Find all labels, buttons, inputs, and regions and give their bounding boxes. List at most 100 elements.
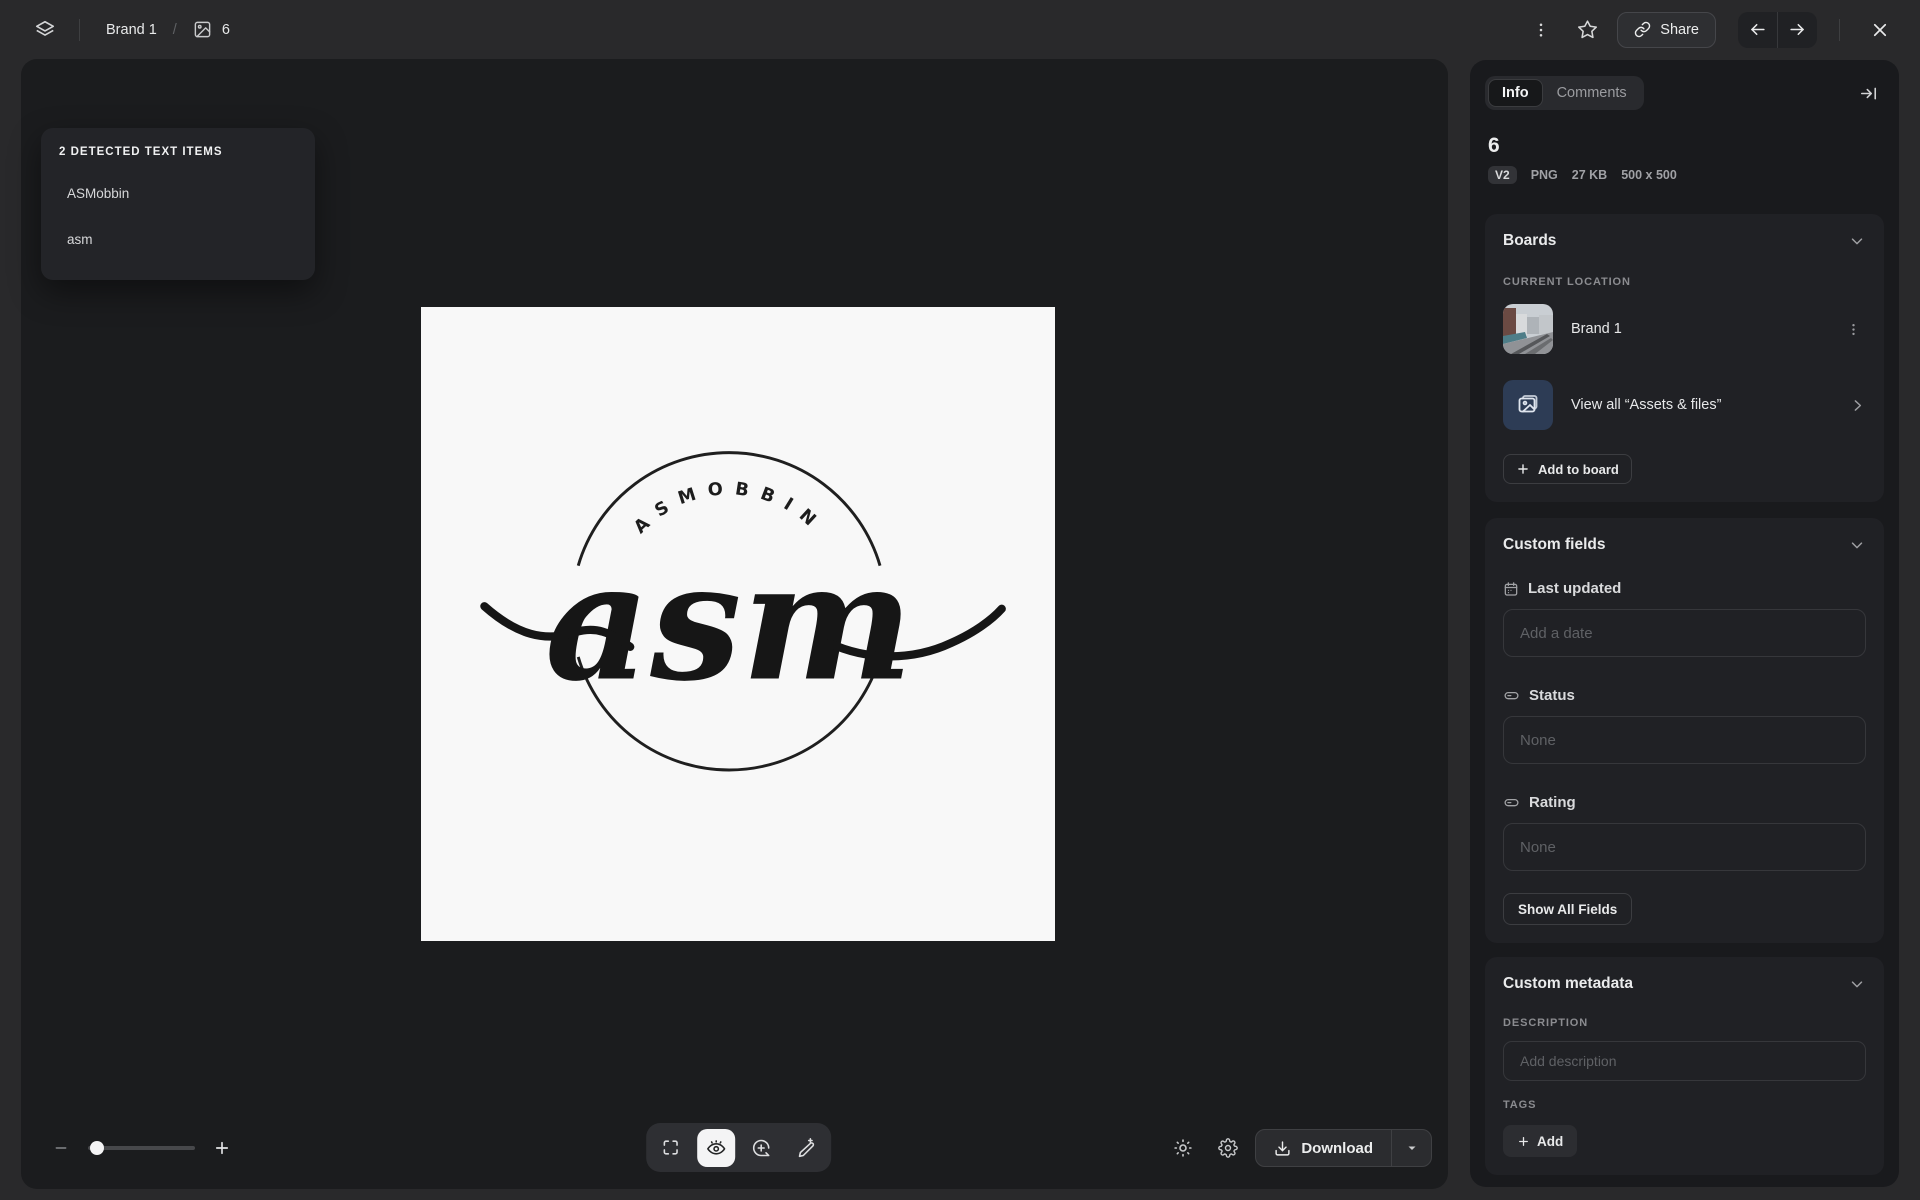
link-icon (1634, 21, 1651, 38)
zoom-slider-thumb[interactable] (90, 1141, 104, 1155)
board-thumbnail (1503, 304, 1553, 354)
more-options-button[interactable] (1525, 14, 1557, 46)
board-row[interactable]: Brand 1 (1503, 304, 1866, 354)
chevron-down-icon[interactable] (1848, 975, 1866, 993)
download-split-button: Download (1255, 1129, 1432, 1167)
view-all-assets-label: View all “Assets & files” (1571, 397, 1722, 413)
chevron-right-icon (1849, 397, 1866, 414)
breadcrumb-separator: / (172, 21, 177, 38)
current-location-label: CURRENT LOCATION (1503, 276, 1631, 288)
field-label-text: Last updated (1528, 580, 1622, 597)
plus-icon (213, 1139, 231, 1157)
select-pill-icon (1503, 687, 1520, 704)
star-icon (1577, 19, 1598, 40)
collapse-sidebar-button[interactable] (1852, 77, 1884, 109)
add-tag-button[interactable]: Add (1503, 1125, 1578, 1157)
tags-label: TAGS (1503, 1099, 1537, 1111)
zoom-out-button[interactable] (49, 1136, 73, 1160)
field-label-text: Rating (1529, 794, 1576, 811)
field-label-text: Status (1529, 687, 1575, 704)
detected-text-title: 2 DETECTED TEXT ITEMS (59, 146, 223, 158)
previous-asset-button[interactable] (1738, 12, 1777, 48)
file-format: PNG (1530, 168, 1558, 182)
gear-icon (1218, 1138, 1239, 1158)
chevron-down-icon[interactable] (1848, 232, 1866, 250)
boards-section: Boards CURRENT LOCATION Brand 1 View all… (1485, 214, 1884, 502)
magic-pencil-icon (796, 1137, 816, 1158)
rating-input[interactable] (1503, 823, 1866, 871)
last-updated-input[interactable] (1503, 609, 1866, 657)
fit-screen-icon (661, 1138, 680, 1157)
close-button[interactable] (1864, 14, 1896, 46)
select-pill-icon (1503, 794, 1520, 811)
version-badge[interactable]: V2 (1488, 166, 1517, 184)
breadcrumb-asset-name: 6 (221, 21, 230, 38)
show-all-fields-button[interactable]: Show All Fields (1503, 893, 1633, 925)
detected-text-item[interactable]: asm (41, 216, 315, 262)
favorite-button[interactable] (1571, 14, 1603, 46)
minus-icon (53, 1140, 69, 1156)
field-label-status: Status (1503, 687, 1866, 704)
custom-metadata-header: Custom metadata (1503, 975, 1634, 992)
detected-text-panel: 2 DETECTED TEXT ITEMS ASMobbin asm (41, 128, 315, 280)
viewer-toolbar (645, 1123, 831, 1172)
share-button[interactable]: Share (1617, 11, 1716, 48)
breadcrumb: Brand 1 / 6 (106, 20, 230, 39)
boards-header: Boards (1503, 232, 1557, 249)
share-label: Share (1660, 21, 1699, 38)
breadcrumb-asset: 6 (193, 20, 230, 39)
assets-library-icon-tile (1503, 380, 1553, 430)
image-icon (193, 20, 212, 39)
fit-to-screen-button[interactable] (652, 1129, 690, 1167)
sidebar-tabs: Info Comments (1485, 76, 1644, 110)
sun-icon (1173, 1138, 1193, 1158)
tab-info[interactable]: Info (1488, 79, 1543, 107)
brightness-button[interactable] (1165, 1130, 1201, 1166)
arrow-left-icon (1748, 20, 1767, 39)
board-name: Brand 1 (1571, 321, 1622, 337)
download-options-button[interactable] (1392, 1130, 1431, 1166)
collapse-right-icon (1859, 84, 1878, 103)
custom-fields-section: Custom fields Last updated Status Rating (1485, 518, 1884, 943)
view-all-assets-row[interactable]: View all “Assets & files” (1503, 380, 1866, 430)
magic-edit-button[interactable] (787, 1129, 825, 1167)
description-label: DESCRIPTION (1503, 1017, 1589, 1029)
workspace-layers-button[interactable] (29, 14, 61, 46)
next-asset-button[interactable] (1778, 12, 1817, 48)
download-button[interactable]: Download (1256, 1130, 1391, 1166)
field-label-last-updated: Last updated (1503, 580, 1866, 597)
visual-search-toggle-button[interactable] (696, 1128, 735, 1167)
asset-nav-group (1738, 11, 1817, 48)
top-bar: Brand 1 / 6 Share (0, 0, 1920, 59)
plus-icon (1516, 462, 1530, 476)
caret-down-icon (1406, 1142, 1418, 1154)
file-size: 27 KB (1571, 168, 1608, 182)
asset-preview-image: ASMOBBIN asm (421, 307, 1055, 941)
zoom-in-button[interactable] (210, 1136, 234, 1160)
asset-title: 6 (1488, 134, 1500, 157)
comment-plus-icon (751, 1138, 771, 1158)
description-input[interactable] (1503, 1041, 1866, 1081)
tab-comments[interactable]: Comments (1543, 79, 1641, 107)
add-comment-button[interactable] (742, 1129, 780, 1167)
detected-text-list: ASMobbin asm (41, 170, 315, 262)
topbar-divider-right (1839, 18, 1840, 41)
breadcrumb-board-link[interactable]: Brand 1 (106, 22, 157, 38)
kebab-menu-icon (1532, 21, 1550, 39)
status-input[interactable] (1503, 716, 1866, 764)
detected-text-item[interactable]: ASMobbin (41, 170, 315, 216)
chevron-down-icon[interactable] (1848, 536, 1866, 554)
add-tag-label: Add (1537, 1133, 1564, 1149)
settings-button[interactable] (1210, 1130, 1246, 1166)
calendar-icon (1503, 581, 1519, 597)
topbar-divider (79, 18, 80, 41)
kebab-menu-icon (1846, 322, 1861, 337)
board-options-button[interactable] (1840, 316, 1866, 342)
plus-icon (1517, 1135, 1530, 1148)
close-icon (1871, 21, 1889, 39)
custom-fields-header: Custom fields (1503, 536, 1606, 553)
field-label-rating: Rating (1503, 794, 1866, 811)
add-to-board-button[interactable]: Add to board (1503, 454, 1632, 484)
zoom-slider-track[interactable] (88, 1141, 195, 1155)
add-to-board-label: Add to board (1538, 461, 1619, 477)
